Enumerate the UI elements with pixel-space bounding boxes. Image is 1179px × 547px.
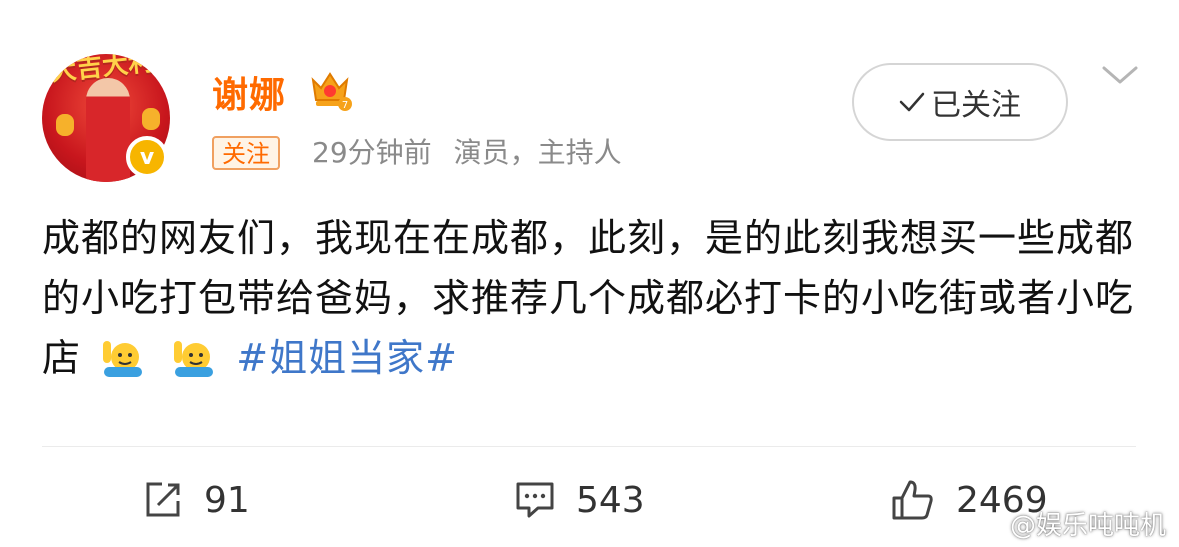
lantern-icon (56, 114, 74, 136)
verified-badge-icon: v (126, 136, 168, 178)
watermark: @娱乐吨吨机 (962, 505, 1166, 542)
follow-tag[interactable]: 关注 (212, 136, 280, 170)
comment-count: 543 (576, 479, 645, 521)
followed-button[interactable]: 已关注 (852, 63, 1068, 141)
avatar-figure (86, 78, 130, 182)
comment-button[interactable]: 543 (514, 472, 645, 528)
post-content: 成都的网友们，我现在在成都，此刻，是的此刻我想买一些成都的小吃打包带给爸妈，求推… (42, 208, 1142, 388)
user-description: 演员，主持人 (453, 136, 622, 169)
svg-text:7: 7 (342, 100, 348, 111)
thumbs-up-icon (892, 480, 933, 520)
check-icon (899, 92, 925, 112)
lantern-icon (142, 108, 160, 130)
chevron-down-icon[interactable] (1100, 60, 1140, 90)
hashtag-link[interactable]: #姐姐当家# (236, 336, 458, 380)
repost-icon (146, 482, 180, 517)
comment-icon (516, 482, 554, 518)
repost-button[interactable]: 91 (142, 472, 250, 528)
watermark-text: @娱乐吨吨机 (1010, 511, 1167, 541)
raising-hand-emoji-icon (103, 341, 143, 377)
username[interactable]: 谢娜 (212, 66, 286, 118)
post-meta: 29分钟前 演员，主持人 (312, 134, 622, 172)
divider (42, 446, 1136, 447)
post-time: 29分钟前 (312, 136, 432, 169)
crown-icon: 7 (311, 72, 352, 111)
followed-button-label: 已关注 (931, 88, 1021, 123)
raising-hand-emoji-icon (174, 341, 214, 377)
repost-count: 91 (204, 479, 250, 521)
weibo-logo-icon (963, 512, 1003, 538)
